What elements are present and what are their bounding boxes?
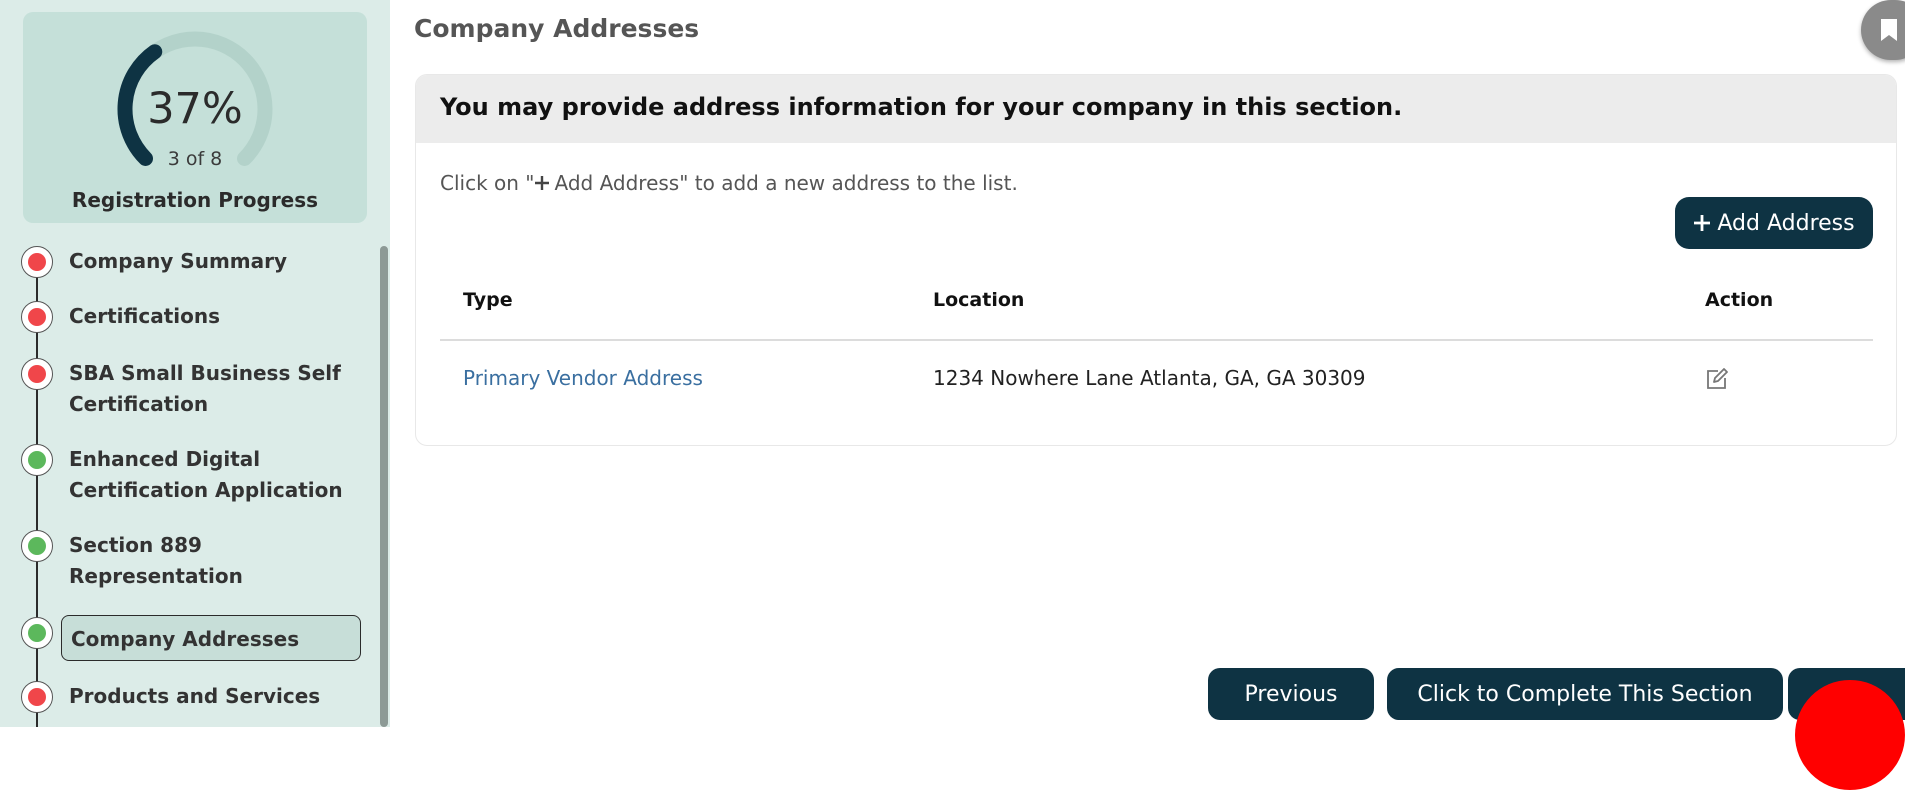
sidebar: 37% 3 of 8 Registration Progress Company…	[0, 0, 390, 727]
add-address-hint: Click on " Add Address" to add a new addr…	[440, 171, 1018, 195]
sidebar-step-label-line: Enhanced Digital	[69, 447, 261, 471]
progress-count: 3 of 8	[167, 148, 223, 170]
status-complete-icon	[21, 444, 53, 476]
table-header-divider	[440, 339, 1873, 341]
status-complete-icon	[21, 617, 53, 649]
status-complete-icon	[21, 530, 53, 562]
sidebar-step-label-line: Certification Application	[69, 478, 343, 502]
sidebar-step-label: Products and Services	[69, 681, 359, 712]
sidebar-step-label-line: Company Summary	[69, 249, 288, 273]
sidebar-step-label-line: Certification	[69, 392, 209, 416]
registration-progress-card: 37% 3 of 8 Registration Progress	[23, 12, 367, 223]
progress-label: Registration Progress	[71, 188, 319, 212]
sidebar-step-label-line: Company Addresses	[71, 627, 300, 651]
sidebar-step-label-line: SBA Small Business Self	[69, 361, 341, 385]
address-type-link[interactable]: Primary Vendor Address	[463, 366, 703, 390]
column-header-type: Type	[463, 289, 513, 311]
complete-section-button[interactable]: Click to Complete This Section	[1387, 668, 1783, 720]
addresses-panel: You may provide address information for …	[415, 74, 1897, 446]
sidebar-step-label: Enhanced Digital Certification Applicatio…	[69, 444, 359, 506]
status-incomplete-icon	[21, 681, 53, 713]
address-location: 1234 Nowhere Lane Atlanta, GA, GA 30309	[933, 366, 1366, 390]
panel-header-text: You may provide address information for …	[440, 93, 1403, 121]
progress-percent: 37%	[147, 84, 243, 134]
status-incomplete-icon	[21, 246, 53, 278]
sidebar-step-label-line: Products and Services	[69, 684, 321, 708]
sidebar-step-label-line: Section 889	[69, 533, 202, 557]
plus-icon	[1694, 215, 1711, 231]
hint-prefix: Click on "	[440, 171, 535, 195]
hint-button-name: Add Address	[554, 171, 680, 195]
bookmark-icon	[1881, 19, 1897, 41]
hint-suffix: " to add a new address to the list.	[679, 171, 1018, 195]
page-title: Company Addresses	[414, 14, 700, 43]
plus-icon	[535, 176, 550, 190]
previous-button[interactable]: Previous	[1208, 668, 1374, 720]
sidebar-step-label-line: Certifications	[69, 304, 220, 328]
add-address-label: Add Address	[1717, 210, 1855, 236]
bookmark-button[interactable]	[1861, 0, 1905, 60]
edit-icon[interactable]	[1705, 367, 1729, 391]
add-address-button[interactable]: Add Address	[1675, 197, 1873, 249]
chat-badge[interactable]	[1795, 680, 1905, 790]
sidebar-step-label: Company Addresses	[61, 615, 361, 661]
panel-header: You may provide address information for …	[416, 75, 1896, 143]
column-header-location: Location	[933, 289, 1025, 311]
status-incomplete-icon	[21, 301, 53, 333]
sidebar-step-label: Company Summary	[69, 246, 359, 277]
sidebar-scrollbar[interactable]	[380, 246, 388, 727]
sidebar-step-label: SBA Small Business Self Certification	[69, 358, 359, 420]
column-header-action: Action	[1705, 289, 1774, 311]
sidebar-step-label-line: Representation	[69, 564, 243, 588]
status-incomplete-icon	[21, 358, 53, 390]
sidebar-step-label: Certifications	[69, 301, 359, 332]
sidebar-step-label: Section 889 Representation	[69, 530, 359, 592]
